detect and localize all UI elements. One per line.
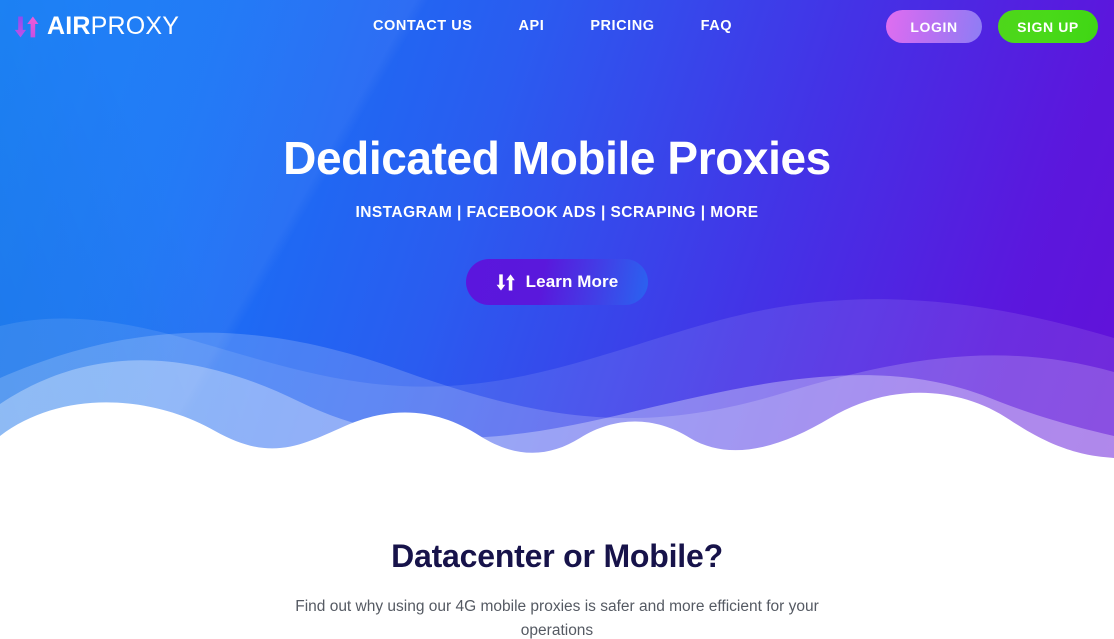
login-button[interactable]: LOGIN [886,10,982,43]
learn-more-button[interactable]: Learn More [465,259,649,306]
updown-arrows-icon [496,274,515,291]
nav-link-faq[interactable]: FAQ [701,18,732,34]
signup-button[interactable]: SIGN UP [998,10,1098,43]
brand-logo[interactable]: AIRPROXY [14,14,179,39]
nav-actions: LOGIN SIGN UP [886,10,1098,43]
learn-more-label: Learn More [525,272,619,292]
brand-name: AIRPROXY [47,14,179,39]
navbar: AIRPROXY CONTACT US API PRICING FAQ LOGI… [0,0,1114,53]
section-description: Find out why using our 4G mobile proxies… [295,598,819,639]
section-title: Datacenter or Mobile? [391,538,723,574]
nav-link-api[interactable]: API [518,18,544,34]
datacenter-or-mobile-section: Datacenter or Mobile? Find out why using… [0,466,1114,639]
nav-links: CONTACT US API PRICING FAQ [373,18,732,34]
hero-section: AIRPROXY CONTACT US API PRICING FAQ LOGI… [0,0,1114,466]
brand-name-bold: AIR [47,12,91,40]
nav-link-contact-us[interactable]: CONTACT US [373,18,472,34]
hero-title: Dedicated Mobile Proxies [283,132,831,184]
updown-arrows-icon [14,16,39,37]
brand-name-light: PROXY [90,12,180,40]
nav-link-pricing[interactable]: PRICING [590,18,654,34]
wave-decoration [0,299,1114,466]
hero-subtitle: INSTAGRAM | FACEBOOK ADS | SCRAPING | MO… [355,204,759,222]
